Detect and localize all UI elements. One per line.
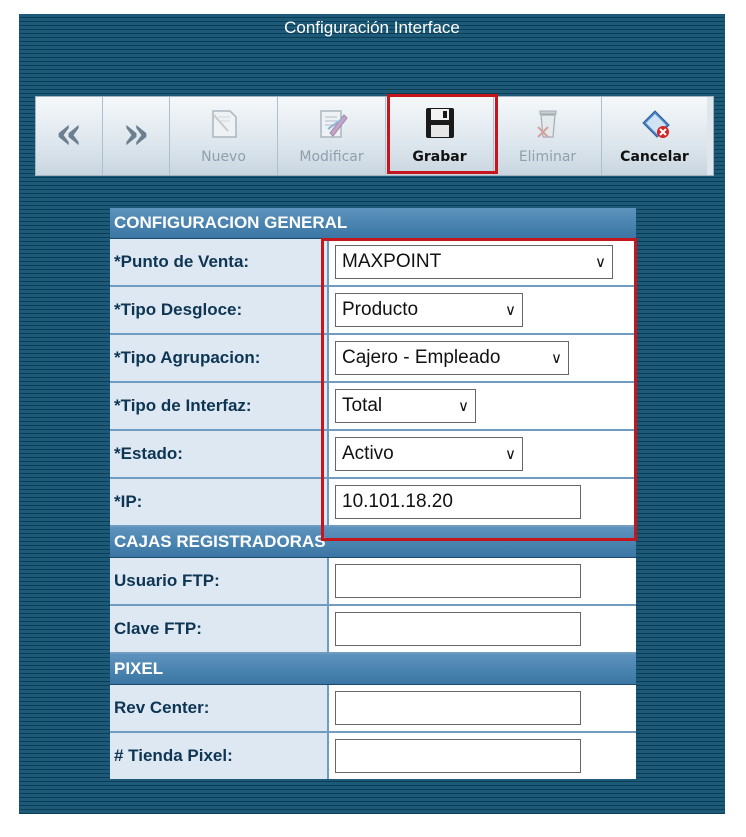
section-general-header: CONFIGURACION GENERAL xyxy=(110,208,636,239)
clave-ftp-label: Clave FTP: xyxy=(110,606,329,652)
tipo-agrupacion-select[interactable]: Cajero - Empleado ∨ xyxy=(335,341,569,375)
trash-can-icon xyxy=(536,110,556,138)
ip-value: 10.101.18.20 xyxy=(342,491,453,512)
row-estado: *Estado: Activo ∨ xyxy=(110,431,636,479)
configuration-window: Configuración Interface « » Nuevo Modifi… xyxy=(19,14,725,814)
chevron-down-icon: ∨ xyxy=(505,446,516,463)
save-button-label: Grabar xyxy=(412,149,467,165)
tipo-agrupacion-cell: Cajero - Empleado ∨ xyxy=(329,335,636,381)
toolbar: « » Nuevo Modificar Grabar Eliminar Canc… xyxy=(35,96,714,176)
cancel-button-label: Cancelar xyxy=(620,149,689,165)
tipo-interfaz-cell: Total ∨ xyxy=(329,383,636,429)
row-punto-venta: *Punto de Venta: MAXPOINT ∨ xyxy=(110,239,636,287)
section-pixel-header: PIXEL xyxy=(110,654,636,685)
delete-button[interactable]: Eliminar xyxy=(494,97,602,175)
tipo-interfaz-select[interactable]: Total ∨ xyxy=(335,389,476,423)
tipo-desgloce-label: *Tipo Desgloce: xyxy=(110,287,329,333)
clave-ftp-cell xyxy=(329,606,636,652)
cancel-document-icon xyxy=(641,110,670,138)
floppy-disk-icon xyxy=(425,108,454,138)
row-clave-ftp: Clave FTP: xyxy=(110,606,636,654)
estado-select[interactable]: Activo ∨ xyxy=(335,437,523,471)
new-button[interactable]: Nuevo xyxy=(170,97,278,175)
config-form: CONFIGURACION GENERAL *Punto de Venta: M… xyxy=(110,208,636,779)
punto-venta-cell: MAXPOINT ∨ xyxy=(329,239,636,285)
rev-center-input[interactable] xyxy=(335,691,581,725)
estado-cell: Activo ∨ xyxy=(329,431,636,477)
row-tipo-agrupacion: *Tipo Agrupacion: Cajero - Empleado ∨ xyxy=(110,335,636,383)
row-tipo-interfaz: *Tipo de Interfaz: Total ∨ xyxy=(110,383,636,431)
clave-ftp-input[interactable] xyxy=(335,612,581,646)
row-ip: *IP: 10.101.18.20 xyxy=(110,479,636,527)
chevron-down-icon: ∨ xyxy=(595,254,606,271)
new-button-label: Nuevo xyxy=(201,149,246,165)
window-title: Configuración Interface xyxy=(284,18,460,37)
back-button[interactable]: « xyxy=(36,97,103,175)
tipo-interfaz-value: Total xyxy=(342,395,383,416)
edit-document-icon xyxy=(319,110,348,138)
tipo-desgloce-cell: Producto ∨ xyxy=(329,287,636,333)
double-left-chevron-icon: « xyxy=(55,108,83,159)
usuario-ftp-label: Usuario FTP: xyxy=(110,558,329,604)
delete-button-label: Eliminar xyxy=(518,149,577,165)
row-tienda-pixel: # Tienda Pixel: xyxy=(110,733,636,779)
modify-button[interactable]: Modificar xyxy=(278,97,386,175)
rev-center-label: Rev Center: xyxy=(110,685,329,731)
ip-label: *IP: xyxy=(110,479,329,525)
ip-input[interactable]: 10.101.18.20 xyxy=(335,485,581,519)
tipo-interfaz-label: *Tipo de Interfaz: xyxy=(110,383,329,429)
row-tipo-desgloce: *Tipo Desgloce: Producto ∨ xyxy=(110,287,636,335)
punto-venta-select[interactable]: MAXPOINT ∨ xyxy=(335,245,613,279)
chevron-down-icon: ∨ xyxy=(458,398,469,415)
chevron-down-icon: ∨ xyxy=(551,350,562,367)
new-document-icon xyxy=(210,110,237,138)
row-usuario-ftp: Usuario FTP: xyxy=(110,558,636,606)
forward-button[interactable]: » xyxy=(103,97,170,175)
chevron-down-icon: ∨ xyxy=(505,302,516,319)
tipo-agrupacion-value: Cajero - Empleado xyxy=(342,347,501,368)
row-rev-center: Rev Center: xyxy=(110,685,636,733)
estado-label: *Estado: xyxy=(110,431,329,477)
modify-button-label: Modificar xyxy=(299,149,364,165)
estado-value: Activo xyxy=(342,443,394,464)
section-cajas-header: CAJAS REGISTRADORAS xyxy=(110,527,636,558)
ip-cell: 10.101.18.20 xyxy=(329,479,636,525)
double-right-chevron-icon: » xyxy=(122,108,150,159)
tipo-desgloce-select[interactable]: Producto ∨ xyxy=(335,293,523,327)
tienda-pixel-label: # Tienda Pixel: xyxy=(110,733,329,779)
cancel-button[interactable]: Cancelar xyxy=(602,97,707,175)
tipo-agrupacion-label: *Tipo Agrupacion: xyxy=(110,335,329,381)
usuario-ftp-input[interactable] xyxy=(335,564,581,598)
punto-venta-value: MAXPOINT xyxy=(342,251,442,272)
rev-center-cell xyxy=(329,685,636,731)
usuario-ftp-cell xyxy=(329,558,636,604)
punto-venta-label: *Punto de Venta: xyxy=(110,239,329,285)
tipo-desgloce-value: Producto xyxy=(342,299,419,320)
save-button[interactable]: Grabar xyxy=(386,97,494,175)
tienda-pixel-cell xyxy=(329,733,636,779)
tienda-pixel-input[interactable] xyxy=(335,739,581,773)
